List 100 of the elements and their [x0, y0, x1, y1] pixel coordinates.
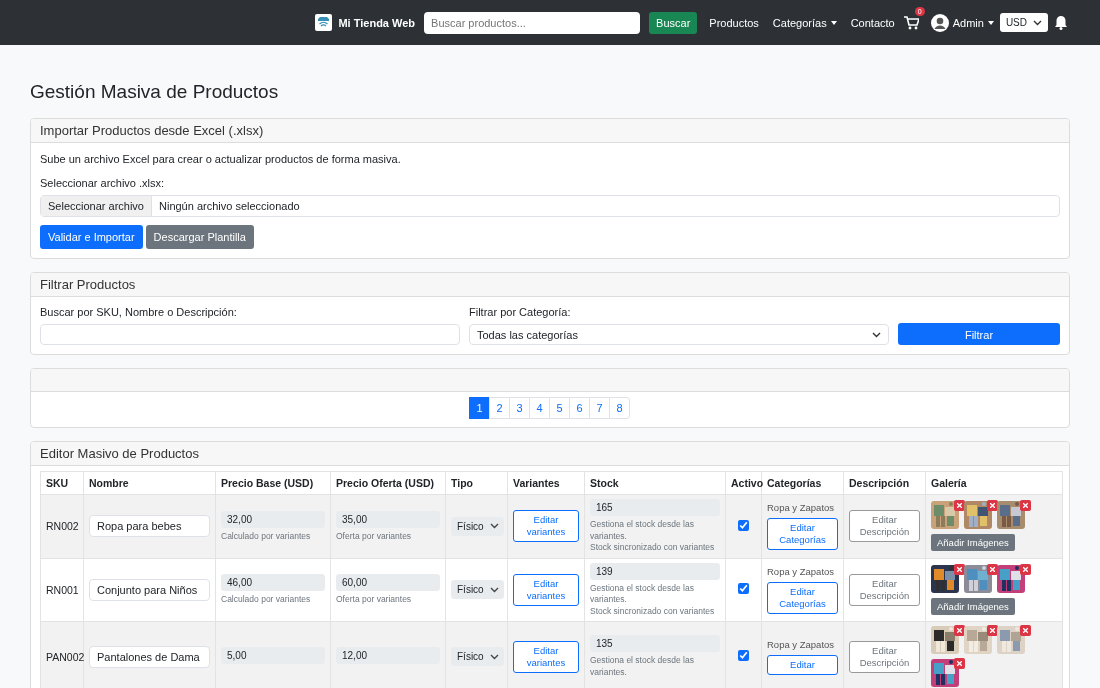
stock-note: Gestiona el stock desde las variantes.	[590, 519, 695, 542]
edit-variants-button[interactable]: Editar variantes	[513, 640, 579, 673]
active-checkbox[interactable]	[738, 650, 749, 661]
file-input-field[interactable]: Seleccionar archivo Ningún archivo seleccionado	[40, 195, 1060, 217]
close-icon	[1023, 628, 1028, 633]
remove-image-button[interactable]	[1020, 625, 1031, 636]
active-checkbox[interactable]	[738, 583, 749, 595]
edit-description-button[interactable]: Editar Descripción	[849, 573, 920, 606]
page-link[interactable]: 6	[569, 397, 590, 419]
brand-name[interactable]: Mi Tienda Web	[338, 16, 416, 29]
remove-image-button[interactable]	[954, 563, 965, 575]
close-icon	[990, 628, 995, 633]
hint-text: Oferta por variantes	[336, 594, 413, 606]
hint-text: Calculado por variantes	[221, 530, 312, 542]
edit-categories-button[interactable]: Editar Categorías	[767, 518, 838, 551]
close-icon	[957, 628, 962, 633]
nav-link[interactable]: Productos	[702, 16, 766, 29]
close-icon	[1023, 503, 1028, 509]
close-icon	[990, 566, 995, 572]
column-header: SKU	[40, 471, 84, 495]
close-icon	[957, 503, 962, 509]
category-select[interactable]: Todas las categorías	[469, 324, 889, 345]
edit-description-button[interactable]: Editar Descripción	[849, 510, 920, 543]
page-link[interactable]: 4	[529, 397, 550, 419]
search-button[interactable]: Buscar	[649, 11, 698, 34]
chevron-down-icon	[490, 586, 499, 593]
name-field[interactable]: Pantalones de Dama	[89, 645, 210, 668]
description-text: Sube un archivo Excel para crear o actualizar productos de forma masiva.	[40, 153, 402, 165]
card-title: Editor Masivo de Productos	[40, 446, 199, 461]
stock-field: 139	[590, 562, 720, 580]
close-icon	[1023, 566, 1028, 572]
type-select[interactable]: Físico	[451, 580, 504, 600]
offer-price-field: 60,00	[336, 574, 440, 591]
page-link[interactable]: 1	[469, 397, 490, 419]
type-select[interactable]: Físico	[451, 516, 504, 536]
field-label: Buscar por SKU, Nombre o Descripción:	[40, 306, 238, 318]
remove-image-button[interactable]	[987, 500, 998, 512]
nav-link[interactable]: Contacto	[843, 16, 902, 29]
offer-price-field: 12,00	[336, 646, 440, 664]
page-link[interactable]: 2	[489, 397, 510, 419]
page-link[interactable]: 7	[589, 397, 610, 419]
nav-link[interactable]: Categorías	[765, 16, 844, 29]
edit-categories-button[interactable]: Editar Categorías	[767, 581, 838, 614]
offer-price-field: 35,00	[336, 510, 440, 528]
close-icon	[957, 566, 962, 572]
sku-text: RN001	[46, 583, 79, 596]
edit-variants-button[interactable]: Editar variantes	[513, 573, 579, 606]
remove-image-button[interactable]	[954, 658, 965, 669]
column-header: Activo	[725, 471, 762, 495]
active-checkbox[interactable]	[738, 519, 749, 531]
edit-variants-button[interactable]: Editar variantes	[513, 510, 579, 543]
add-images-button[interactable]: Añadir Imágenes	[931, 597, 1015, 615]
name-field[interactable]: Conjunto para Niños	[89, 578, 210, 601]
caret-icon	[987, 20, 994, 25]
edit-categories-button[interactable]: Editar	[767, 654, 838, 675]
import-action-button[interactable]: Validar e Importar	[40, 225, 143, 249]
base-price-field: 46,00	[221, 574, 325, 591]
card-title: Filtrar Productos	[40, 277, 136, 292]
remove-image-button[interactable]	[987, 625, 998, 636]
remove-image-button[interactable]	[1020, 500, 1031, 512]
search-field[interactable]	[40, 324, 460, 345]
remove-image-button[interactable]	[954, 625, 965, 636]
add-images-button[interactable]: Añadir Imágenes	[931, 534, 1015, 552]
stock-field: 135	[590, 635, 720, 652]
stock-note: Gestiona el stock desde las variantes.	[590, 655, 695, 678]
chevron-down-icon	[872, 331, 881, 338]
hint-text: Calculado por variantes	[221, 594, 312, 606]
import-action-button[interactable]: Descargar Plantilla	[145, 225, 254, 249]
remove-image-button[interactable]	[954, 500, 965, 512]
stock-note: Stock sincronizado con variantes	[590, 542, 716, 554]
base-price-field: 32,00	[221, 510, 325, 528]
filter-button[interactable]: Filtrar	[898, 323, 1060, 345]
stock-note: Gestiona el stock desde las variantes.	[590, 582, 695, 606]
sku-text: RN002	[46, 520, 79, 533]
page-link[interactable]: 3	[509, 397, 530, 419]
edit-description-button[interactable]: Editar Descripción	[849, 640, 920, 673]
page-link[interactable]: 8	[609, 397, 630, 419]
type-select[interactable]: Físico	[451, 647, 504, 666]
close-icon	[990, 503, 995, 509]
column-header: Tipo	[445, 471, 508, 495]
column-header: Precio Base (USD)	[215, 471, 331, 495]
remove-image-button[interactable]	[987, 563, 998, 575]
page-title: Gestión Masiva de Productos	[30, 81, 280, 103]
bell-icon[interactable]	[1054, 15, 1068, 30]
column-header: Stock	[584, 471, 726, 495]
name-field[interactable]: Ropa para bebes	[89, 515, 210, 538]
currency-select[interactable]: USD	[999, 13, 1048, 32]
category-text: Ropa y Zapatos	[767, 565, 836, 577]
sku-text: PAN002	[46, 650, 85, 663]
column-header: Descripción	[843, 471, 926, 495]
cart-icon[interactable]	[903, 15, 919, 30]
search-field[interactable]: Buscar productos...	[424, 11, 641, 34]
chevron-down-icon	[490, 523, 499, 530]
remove-image-button[interactable]	[1020, 563, 1031, 575]
column-header: Nombre	[83, 471, 216, 495]
card-title: Importar Productos desde Excel (.xlsx)	[40, 123, 264, 138]
page-link[interactable]: 5	[549, 397, 570, 419]
chevron-down-icon	[490, 653, 499, 660]
user-menu[interactable]: Admin	[930, 13, 994, 32]
stock-note: Stock sincronizado con variantes	[590, 605, 716, 617]
